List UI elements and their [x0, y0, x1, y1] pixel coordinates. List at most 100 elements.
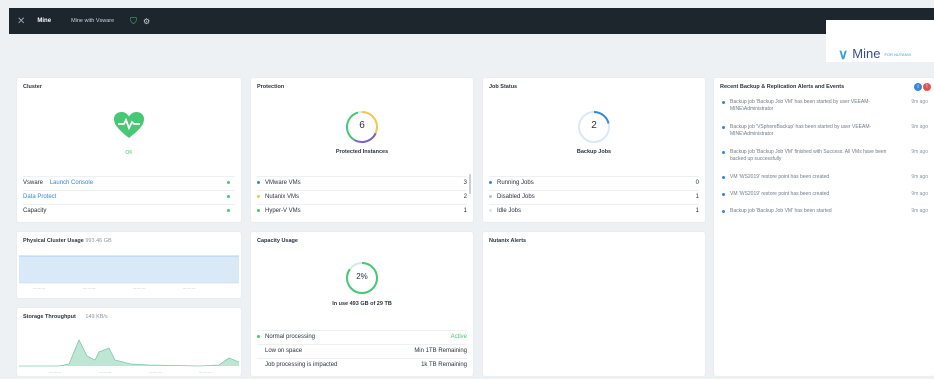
alert-age: 9m ago [911, 174, 928, 180]
job-status-panel: Job Status 2 Backup Jobs Running Jobs 0 … [483, 78, 705, 222]
launch-console-link[interactable]: Launch Console [50, 180, 93, 186]
alert-text: Backup job 'VSphereBackup' has been star… [730, 124, 872, 137]
alert-age: 9m ago [911, 99, 928, 105]
event-dot [722, 101, 725, 104]
alert-item[interactable]: Backup job 'VSphereBackup' has been star… [722, 124, 928, 137]
top-navigation-bar: ✕ Mine Mine with Vsware ⛉ ⚙ [9, 8, 934, 34]
protected-count: 6 [359, 120, 365, 131]
capacity-row: Normal processing Active [257, 330, 467, 342]
svg-text:— — —: — — — [99, 370, 112, 374]
row-value: 2 [463, 193, 467, 200]
throughput-chart: — — — — — — — — — — — — [19, 339, 239, 374]
row-value: Min 1TB Remaining [414, 347, 467, 354]
legend-dot [489, 208, 492, 212]
info-icon[interactable]: i [914, 83, 922, 91]
alert-item[interactable]: Backup job 'Backup Job VM' finished with… [722, 149, 928, 162]
nutanix-alerts-panel: Nutanix Alerts [483, 232, 705, 376]
data-protect-link[interactable]: Data Protect [23, 194, 227, 200]
cluster-selector[interactable]: Mine with Vsware [71, 18, 114, 24]
svg-text:— — —: — — — [49, 370, 62, 374]
jobs-count: 2 [591, 120, 597, 131]
app-brand: Mine [37, 18, 52, 24]
row-value: 0 [695, 179, 699, 186]
protection-row[interactable]: VMware VMs 3 [257, 176, 467, 188]
panel-title: Storage Throughput 149 KB/s [23, 314, 108, 320]
panel-title: Protection [257, 84, 285, 90]
heart-health-icon [114, 112, 144, 138]
job-row[interactable]: Idle Jobs 1 [489, 204, 699, 216]
svg-text:— — —: — — — [199, 370, 212, 374]
alerts-events-panel: Recent Backup & Replication Alerts and E… [714, 78, 934, 376]
alert-item[interactable]: Backup job 'Backup Job VM' has been star… [722, 99, 928, 112]
alert-text: VM 'WS2019' restore point has been creat… [730, 174, 830, 180]
logo-tagline: FOR NUTANIX [884, 51, 912, 57]
protection-row[interactable]: Nutanix VMs 2 [257, 190, 467, 202]
job-row[interactable]: Running Jobs 0 [489, 176, 699, 188]
row-value: 3 [463, 179, 467, 186]
x-tick: — — — [183, 286, 196, 290]
row-label: Running Jobs [497, 179, 534, 186]
cluster-row-data-protect[interactable]: Data Protect [23, 190, 235, 202]
legend-dot [489, 194, 492, 198]
panel-title: Recent Backup & Replication Alerts and E… [720, 84, 845, 90]
legend-dot [257, 194, 260, 198]
alert-item[interactable]: Backup job 'Backup Job VM' has been star… [722, 208, 928, 215]
capacity-summary: In use 493 GB of 29 TB [332, 301, 392, 307]
usage-value: 993.46 GB [85, 238, 112, 244]
row-value: 1 [695, 193, 699, 200]
capacity-row: Low on space Min 1TB Remaining [257, 344, 467, 356]
error-icon[interactable]: ! [923, 83, 931, 91]
panel-title: Physical Cluster Usage 993.46 GB [23, 238, 112, 244]
row-label: Low on space [265, 347, 303, 354]
x-tick: — — — [83, 286, 96, 290]
row-value: Active [450, 333, 467, 340]
cluster-panel: Cluster OK Vsware Launch Console Data Pr… [17, 78, 241, 222]
storage-throughput-panel: Storage Throughput 149 KB/s — — — — — — —… [17, 308, 241, 376]
capacity-row: Job processing is impacted 1k TB Remaini… [257, 358, 467, 370]
x-tick: — — — [33, 286, 46, 290]
alert-item[interactable]: VM 'WS2019' restore point has been creat… [722, 174, 928, 181]
capacity-percent: 2% [356, 272, 368, 281]
legend-dot [489, 180, 492, 184]
settings-icon[interactable]: ⚙ [143, 17, 150, 26]
alert-age: 9m ago [911, 208, 928, 214]
health-status: OK [125, 150, 133, 156]
event-dot [722, 126, 725, 129]
cluster-row-capacity: Capacity [23, 204, 235, 216]
row-value: 1 [695, 207, 699, 214]
alert-text: Backup job 'Backup Job VM' has been star… [730, 208, 832, 214]
panel-title: Capacity Usage [257, 238, 298, 244]
row-value: 1k TB Remaining [421, 361, 467, 368]
alert-text: Backup job 'Backup Job VM' has been star… [730, 99, 871, 112]
row-label: Job processing is impacted [265, 361, 338, 368]
protection-panel: Protection 6 Protected Instances VMware … [251, 78, 473, 222]
alert-age: 9m ago [911, 124, 928, 130]
row-label: Idle Jobs [497, 207, 522, 214]
logo-mark-icon: ∨ [838, 46, 849, 62]
status-dot [227, 195, 230, 198]
row-label: Capacity [23, 207, 47, 214]
close-icon[interactable]: ✕ [17, 16, 25, 27]
job-row[interactable]: Disabled Jobs 1 [489, 190, 699, 202]
event-dot [722, 176, 725, 179]
row-label: Nutanix VMs [265, 193, 300, 200]
legend-dot [257, 208, 260, 212]
status-dot [227, 209, 230, 212]
event-dot [722, 210, 725, 213]
scrollbar[interactable] [469, 174, 471, 194]
row-label: Hyper-V VMs [265, 207, 301, 214]
cluster-row-vsware: Vsware Launch Console [23, 176, 235, 188]
shield-icon[interactable]: ⛉ [130, 16, 137, 27]
protection-row[interactable]: Hyper-V VMs 1 [257, 204, 467, 216]
jobs-label: Backup Jobs [576, 149, 612, 155]
status-dot [227, 181, 230, 184]
protected-label: Protected Instances [335, 149, 389, 155]
mine-logo: ∨ Mine FOR NUTANIX [838, 46, 912, 62]
row-value: 1 [463, 207, 467, 214]
row-label: Normal processing [265, 333, 316, 340]
panel-title: Cluster [23, 84, 42, 90]
capacity-usage-panel: Capacity Usage 2% In use 493 GB of 29 TB… [251, 232, 473, 376]
alert-item[interactable]: VM 'WS2019' restore point has been creat… [722, 191, 928, 198]
panel-title: Job Status [489, 84, 518, 90]
alert-text: VM 'WS2019' restore point has been creat… [730, 191, 830, 197]
